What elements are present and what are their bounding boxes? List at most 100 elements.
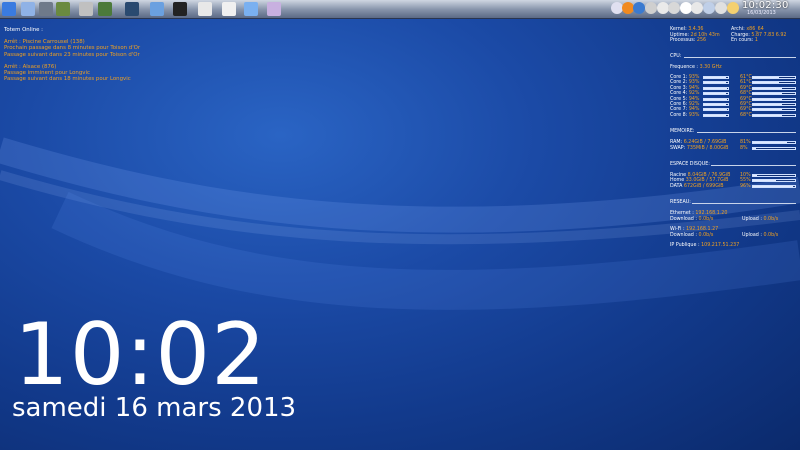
wifi-upload-value: 0.0b/s [763, 233, 779, 238]
display-launcher[interactable] [38, 1, 53, 17]
core-temp-bar [752, 113, 796, 117]
globe-icon[interactable] [633, 2, 645, 14]
edit-document-icon [266, 2, 281, 16]
media-player-launcher[interactable] [55, 1, 70, 17]
stop1-line2: Passage suivant dans 23 minutes pour Toi… [4, 51, 140, 58]
procs-value: 256 [696, 38, 707, 44]
core-usage-fill [704, 77, 727, 78]
core-usage-fill [704, 93, 727, 95]
disk-usage-bar [752, 179, 796, 183]
network-icon[interactable] [715, 2, 727, 14]
tux-penguin-launcher[interactable] [197, 1, 213, 17]
cloud-sheep-icon [221, 2, 236, 16]
eth-label: Ethernet : [670, 211, 694, 216]
network-divider [692, 203, 796, 204]
weather-icon[interactable] [727, 2, 739, 14]
wifi-download-label: Download : [670, 232, 697, 238]
desktop-clock-date: samedi 16 mars 2013 [12, 393, 297, 423]
volume-icon[interactable] [691, 2, 703, 14]
calculator-icon [79, 2, 93, 16]
wifi-label: Wi-Fi : [670, 227, 685, 232]
encours-value: 1 [754, 38, 758, 44]
terminal-monitor-launcher[interactable] [124, 1, 140, 17]
core-percent: 92% [688, 91, 700, 97]
public-ip-label: IP Publique : [670, 243, 700, 248]
core-usage-bar [703, 108, 729, 112]
eth-download-label: Download : [670, 216, 697, 222]
eth-upload: Upload : 0.0b/s [742, 217, 778, 223]
swap-usage-bar [752, 147, 796, 150]
calculator-launcher[interactable] [78, 1, 94, 17]
core-temp-fill [753, 77, 779, 78]
procs-label: Processus: [670, 38, 696, 44]
spreadsheet-icon [97, 2, 112, 16]
core-temp-fill [753, 93, 782, 95]
core-percent: 93% [688, 112, 700, 118]
cpu-frequency: Frequence : 3.30 GHz [670, 65, 722, 71]
eth-upload-value: 0.0b/s [763, 217, 779, 222]
media-player-icon [55, 2, 70, 16]
console-launcher[interactable] [173, 1, 187, 17]
eth-ip: 192.168.1.20 [695, 211, 728, 216]
ram-value: 6.24GiB / 7.69GiB [683, 140, 727, 145]
core-usage-bar [703, 76, 729, 79]
freq-value: 3.30 GHz [699, 65, 722, 70]
disk-usage-fill [753, 175, 758, 176]
core-usage-bar [703, 113, 729, 117]
disk-usage-bar [752, 174, 796, 177]
core-temp-bar [752, 97, 796, 101]
disk-usage-fill [753, 180, 777, 182]
core-usage-fill [704, 109, 727, 111]
folder-icon [150, 2, 164, 16]
disk-label: DATA [670, 183, 683, 189]
arch-value: x86_64 [746, 27, 764, 32]
memory-divider [697, 132, 796, 133]
core-usage-fill [704, 98, 727, 100]
battery-icon[interactable] [668, 2, 680, 14]
charge-value: 5.87 7.83 6.92 [751, 32, 787, 38]
top-panel: 10:02:30 16/03/2013 [0, 0, 800, 19]
core-temp-bar [752, 108, 796, 112]
core-temp-bar [752, 76, 796, 79]
network-section-title: RESEAU: [670, 200, 691, 205]
disk-section-title: ESPACE DISQUE: [670, 162, 710, 167]
wifi-download-value: 0.0b/s [698, 232, 714, 238]
keyboard-icon[interactable] [703, 2, 715, 14]
ram-usage-fill [753, 142, 788, 143]
core-usage-bar [703, 86, 729, 90]
console-icon [173, 2, 187, 16]
ram-usage-bar [752, 141, 796, 144]
core-usage-fill [704, 82, 727, 84]
display-icon [38, 2, 53, 16]
core-label: Core 8: [670, 112, 688, 118]
spreadsheet-launcher[interactable] [97, 1, 112, 17]
core-usage-bar [703, 97, 729, 101]
wifi-upload: Upload : 0.0b/s [742, 233, 778, 239]
core-percent: 94% [688, 107, 700, 113]
disk-divider [711, 165, 796, 166]
ethernet-block: Ethernet : 192.168.1.20 Download : 0.0b/… [670, 211, 727, 222]
core-percent: 93% [688, 80, 700, 86]
core-temp-bar [752, 103, 796, 106]
ram-row: RAM: 6.24GiB / 7.69GiB [670, 140, 726, 146]
wifi-block: Wi-Fi : 192.168.1.27 Download : 0.0b/s [670, 227, 718, 238]
swap-row: SWAP: 735MiB / 8.00GiB [670, 146, 728, 152]
folder-launcher[interactable] [150, 1, 164, 17]
stop2-line2: Passage suivant dans 18 minutes pour Lon… [4, 76, 131, 83]
device-icon[interactable] [645, 2, 657, 14]
core-usage-fill [704, 87, 727, 89]
bottle-launcher[interactable] [244, 1, 258, 17]
uptime-label: Uptime: [670, 32, 690, 38]
desktop-grid-launcher[interactable] [19, 1, 36, 17]
memory-section-title: MEMOIRE: [670, 129, 695, 134]
public-ip-value: 109.217.51.237 [701, 243, 740, 248]
kde-menu-launcher[interactable] [2, 1, 16, 17]
cloud-sheep-launcher[interactable] [221, 1, 236, 17]
panel-clock-date[interactable]: 16/03/2013 [747, 10, 776, 16]
system-info-right: Archi: x86_64 Charge: 5.87 7.83 6.92 En … [731, 27, 786, 44]
disk-row: DATA 672GiB / 699GiB [670, 184, 724, 190]
eth-upload-label: Upload : [742, 217, 762, 222]
kde-menu-icon [2, 2, 16, 16]
edit-document-launcher[interactable] [266, 1, 281, 17]
disk-usage-fill [753, 185, 794, 187]
